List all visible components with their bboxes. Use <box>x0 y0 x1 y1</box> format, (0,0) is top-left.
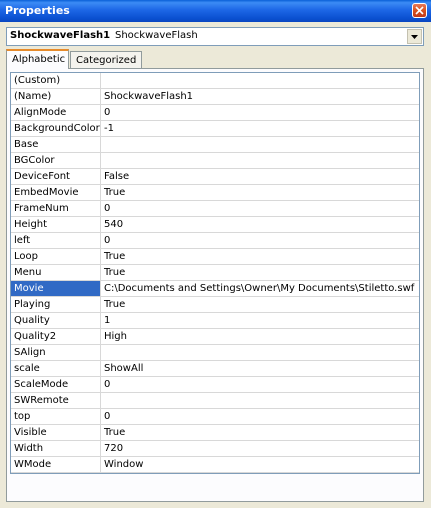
property-name[interactable]: Quality2 <box>11 329 101 344</box>
window-title: Properties <box>5 4 70 17</box>
object-selector[interactable]: ShockwaveFlash1 ShockwaveFlash <box>6 27 424 46</box>
property-name[interactable]: Playing <box>11 297 101 312</box>
property-row[interactable]: scale ShowAll <box>11 361 419 377</box>
property-row[interactable]: Base <box>11 137 419 153</box>
chevron-down-icon <box>411 35 418 39</box>
property-row[interactable]: left 0 <box>11 233 419 249</box>
property-value[interactable]: False <box>102 169 419 184</box>
property-row[interactable]: SAlign <box>11 345 419 361</box>
object-name: ShockwaveFlash1 <box>10 30 111 41</box>
property-row[interactable]: BackgroundColor -1 <box>11 121 419 137</box>
property-row[interactable]: Movie C:\Documents and Settings\Owner\My … <box>11 281 419 297</box>
property-name[interactable]: SAlign <box>11 345 101 360</box>
property-row[interactable]: Width 720 <box>11 441 419 457</box>
property-row[interactable]: Visible True <box>11 425 419 441</box>
property-name[interactable]: Base <box>11 137 101 152</box>
property-value[interactable]: -1 <box>102 121 419 136</box>
property-value[interactable]: ShockwaveFlash1 <box>102 89 419 104</box>
property-row[interactable]: Playing True <box>11 297 419 313</box>
property-name[interactable]: Height <box>11 217 101 232</box>
property-value[interactable]: 1 <box>102 313 419 328</box>
property-value[interactable]: ShowAll <box>102 361 419 376</box>
tab-categorized[interactable]: Categorized <box>70 51 142 68</box>
property-row[interactable]: Height 540 <box>11 217 419 233</box>
property-name[interactable]: left <box>11 233 101 248</box>
property-name[interactable]: Loop <box>11 249 101 264</box>
property-name[interactable]: SWRemote <box>11 393 101 408</box>
property-value[interactable]: 0 <box>102 233 419 248</box>
property-value[interactable]: True <box>102 249 419 264</box>
property-value[interactable]: True <box>102 185 419 200</box>
property-row[interactable]: DeviceFont False <box>11 169 419 185</box>
property-name[interactable]: ScaleMode <box>11 377 101 392</box>
property-value[interactable]: 540 <box>102 217 419 232</box>
property-row[interactable]: SWRemote <box>11 393 419 409</box>
property-row[interactable]: WMode Window <box>11 457 419 473</box>
property-name[interactable]: top <box>11 409 101 424</box>
property-name[interactable]: AlignMode <box>11 105 101 120</box>
property-row[interactable]: ScaleMode 0 <box>11 377 419 393</box>
property-name[interactable]: BackgroundColor <box>11 121 101 136</box>
close-icon <box>415 6 424 15</box>
property-row[interactable]: Loop True <box>11 249 419 265</box>
property-name[interactable]: DeviceFont <box>11 169 101 184</box>
property-value[interactable]: Window <box>102 457 419 472</box>
properties-window: Properties ShockwaveFlash1 ShockwaveFlas… <box>0 0 431 508</box>
property-value[interactable]: 0 <box>102 201 419 216</box>
title-bar[interactable]: Properties <box>0 0 431 22</box>
property-value[interactable] <box>102 153 419 168</box>
property-row[interactable]: (Name) ShockwaveFlash1 <box>11 89 419 105</box>
property-name[interactable]: FrameNum <box>11 201 101 216</box>
property-value[interactable]: True <box>102 425 419 440</box>
property-name[interactable]: Menu <box>11 265 101 280</box>
property-value[interactable]: 0 <box>102 409 419 424</box>
property-row[interactable]: (Custom) <box>11 73 419 89</box>
property-name[interactable]: (Custom) <box>11 73 101 88</box>
property-value[interactable] <box>102 393 419 408</box>
property-value[interactable]: C:\Documents and Settings\Owner\My Docum… <box>102 281 419 296</box>
property-value[interactable] <box>102 345 419 360</box>
property-row[interactable]: FrameNum 0 <box>11 201 419 217</box>
property-value[interactable]: 0 <box>102 105 419 120</box>
property-name[interactable]: EmbedMovie <box>11 185 101 200</box>
property-grid: (Custom) (Name) ShockwaveFlash1 AlignMode 0 B… <box>10 72 420 474</box>
property-row[interactable]: BGColor <box>11 153 419 169</box>
property-name[interactable]: Quality <box>11 313 101 328</box>
property-name[interactable]: WMode <box>11 457 101 472</box>
property-name[interactable]: Width <box>11 441 101 456</box>
object-dropdown-button[interactable] <box>407 29 422 44</box>
tab-alphabetic[interactable]: Alphabetic <box>6 49 69 69</box>
tab-panel: (Custom) (Name) ShockwaveFlash1 AlignMode 0 B… <box>6 68 424 502</box>
property-name[interactable]: scale <box>11 361 101 376</box>
property-name[interactable]: Movie <box>11 281 101 296</box>
object-type: ShockwaveFlash <box>115 30 198 41</box>
property-name[interactable]: (Name) <box>11 89 101 104</box>
close-button[interactable] <box>412 3 427 18</box>
property-row[interactable]: Menu True <box>11 265 419 281</box>
property-value[interactable] <box>102 137 419 152</box>
property-value[interactable]: 0 <box>102 377 419 392</box>
property-value[interactable] <box>102 73 419 88</box>
property-value[interactable]: 720 <box>102 441 419 456</box>
property-name[interactable]: BGColor <box>11 153 101 168</box>
property-row[interactable]: Quality 1 <box>11 313 419 329</box>
property-row[interactable]: AlignMode 0 <box>11 105 419 121</box>
property-name[interactable]: Visible <box>11 425 101 440</box>
property-value[interactable]: High <box>102 329 419 344</box>
property-row[interactable]: EmbedMovie True <box>11 185 419 201</box>
property-row[interactable]: top 0 <box>11 409 419 425</box>
property-row[interactable]: Quality2 High <box>11 329 419 345</box>
property-value[interactable]: True <box>102 265 419 280</box>
property-value[interactable]: True <box>102 297 419 312</box>
